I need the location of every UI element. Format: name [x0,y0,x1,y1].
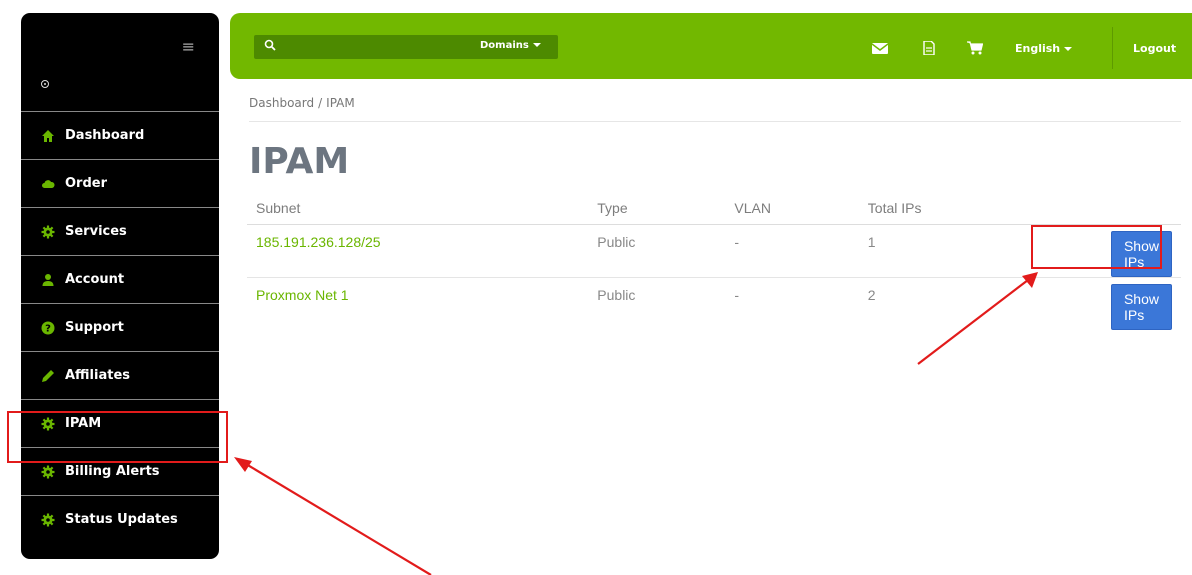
user-icon [41,273,55,287]
breadcrumb-divider [249,121,1181,122]
sidebar-item-label: Account [65,272,125,287]
breadcrumb-current: IPAM [326,96,355,110]
cart-icon[interactable] [967,41,983,55]
column-header-vlan: VLAN [725,195,859,225]
sidebar-item-label: Order [65,176,107,191]
search-input[interactable]: Domains [254,35,558,59]
chevron-down-icon [1064,47,1073,51]
home-icon [41,129,55,143]
table-header-row: Subnet Type VLAN Total IPs [247,195,1181,225]
hamburger-icon[interactable]: ≡ [182,39,195,55]
sidebar: ≡ Dashboard Order Services Account ? Sup… [21,13,219,559]
sidebar-item-label: Affiliates [65,368,131,383]
arrowhead-icon [234,457,252,472]
vlan-cell: - [725,224,859,278]
top-bar: Domains English Logout [230,13,1192,79]
show-ips-button[interactable]: Show IPs [1110,284,1172,330]
sidebar-item-dashboard[interactable]: Dashboard [21,111,219,159]
total-ips-cell: 2 [867,287,876,303]
sidebar-item-account[interactable]: Account [21,255,219,303]
sidebar-nav: Dashboard Order Services Account ? Suppo… [21,111,219,543]
sidebar-item-order[interactable]: Order [21,159,219,207]
subnet-link[interactable]: Proxmox Net 1 [247,278,588,331]
annotation-arrow-ipam [245,463,432,575]
total-ips-cell: 1 [858,224,1024,278]
breadcrumb: Dashboard / IPAM [249,96,355,110]
search-icon [264,39,276,51]
column-header-actions [1023,195,1181,225]
sidebar-item-label: Dashboard [65,128,145,143]
sidebar-item-support[interactable]: ? Support [21,303,219,351]
sidebar-item-label: Services [65,224,127,239]
column-header-subnet: Subnet [247,195,589,225]
type-cell: Public [597,287,636,303]
document-icon[interactable] [921,41,937,55]
highlight-box-ipam-nav [7,411,228,463]
breadcrumb-separator: / [318,96,323,110]
divider [1112,27,1113,69]
language-label: English [1015,42,1061,55]
sidebar-item-label: Support [65,320,124,335]
mail-icon[interactable] [872,41,888,55]
action-cell: Show IPs [1024,278,1181,330]
gear-icon [41,513,55,527]
domains-dropdown[interactable]: Domains [480,40,541,51]
domains-dropdown-label: Domains [480,40,529,51]
pencil-icon [41,369,55,383]
table-row: Proxmox Net 1 Public - 2 Show IPs [247,278,1181,331]
svg-text:?: ? [45,323,51,334]
breadcrumb-home-link[interactable]: Dashboard [249,96,314,110]
sidebar-item-status-updates[interactable]: Status Updates [21,495,219,543]
column-header-type: Type [588,195,726,225]
sidebar-item-label: Status Updates [65,512,178,527]
page-title: IPAM [249,141,350,182]
gear-icon [41,225,55,239]
logout-link[interactable]: Logout [1133,42,1176,55]
sidebar-item-affiliates[interactable]: Affiliates [21,351,219,399]
question-icon: ? [41,321,55,335]
type-cell: Public [588,224,726,278]
sidebar-item-services[interactable]: Services [21,207,219,255]
sidebar-item-label: Billing Alerts [65,464,160,479]
language-dropdown[interactable]: English [1015,42,1073,55]
cloud-icon [41,177,55,191]
gear-icon [41,465,55,479]
subnet-link[interactable]: 185.191.236.128/25 [247,224,589,278]
highlight-box-show-ips [1031,225,1162,269]
vlan-cell: - [734,287,740,303]
radio-dot-icon[interactable] [41,80,49,88]
column-header-total-ips: Total IPs [858,195,1024,225]
chevron-down-icon [532,43,541,47]
